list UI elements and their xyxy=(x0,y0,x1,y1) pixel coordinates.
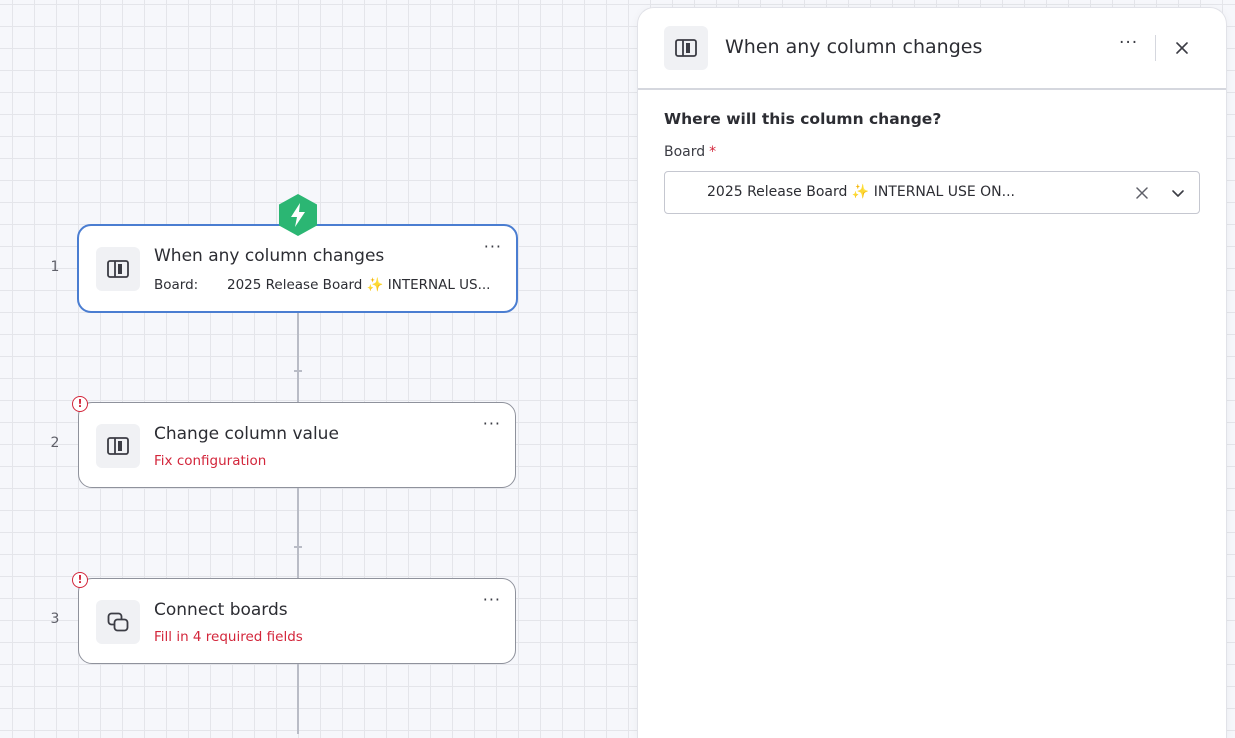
chevron-down-icon[interactable] xyxy=(1171,186,1185,200)
error-icon: ! xyxy=(72,396,88,412)
workflow-canvas[interactable]: 1 When any column changes Board: 2025 Rel… xyxy=(0,0,630,734)
board-field-label: Board * xyxy=(664,144,716,160)
step-board-info: Board: 2025 Release Board ✨ INTERNAL US..… xyxy=(154,277,490,293)
lightning-icon xyxy=(279,194,317,236)
panel-header: When any column changes ··· xyxy=(638,8,1226,90)
section-heading: Where will this column change? xyxy=(664,110,942,128)
required-mark: * xyxy=(709,144,717,160)
board-icon xyxy=(96,247,140,291)
board-icon xyxy=(96,424,140,468)
step-error-status[interactable]: Fill in 4 required fields xyxy=(154,629,303,645)
error-icon: ! xyxy=(72,572,88,588)
clear-icon[interactable] xyxy=(1135,186,1149,200)
connector-line xyxy=(297,664,299,734)
workflow-step-change-column-value[interactable]: Change column value Fix configuration ··… xyxy=(78,402,516,488)
board-label: Board: xyxy=(154,277,199,293)
more-options-icon[interactable]: ··· xyxy=(484,239,502,255)
step-title: Change column value xyxy=(154,424,339,444)
board-value: 2025 Release Board ✨ INTERNAL US... xyxy=(227,277,491,293)
board-select[interactable]: 2025 Release Board ✨ INTERNAL USE ON... xyxy=(664,171,1200,214)
step-config-panel: When any column changes ··· Where will t… xyxy=(638,8,1226,738)
board-icon xyxy=(664,26,708,70)
workflow-step-trigger[interactable]: When any column changes Board: 2025 Relea… xyxy=(77,224,518,313)
step-title: Connect boards xyxy=(154,600,288,620)
more-options-icon[interactable]: ··· xyxy=(1119,35,1138,52)
divider xyxy=(1155,35,1156,61)
board-field-label-text: Board xyxy=(664,144,706,160)
board-select-value: 2025 Release Board ✨ INTERNAL USE ON... xyxy=(707,184,1016,200)
workflow-step-connect-boards[interactable]: Connect boards Fill in 4 required fields… xyxy=(78,578,516,664)
more-options-icon[interactable]: ··· xyxy=(483,592,501,608)
connector-line xyxy=(294,312,302,402)
step-number: 3 xyxy=(50,611,60,627)
step-number: 1 xyxy=(50,259,60,275)
panel-title: When any column changes xyxy=(725,36,983,58)
step-number: 2 xyxy=(50,435,60,451)
connector-line xyxy=(294,488,302,578)
connect-boards-icon xyxy=(96,600,140,644)
step-title: When any column changes xyxy=(154,246,385,266)
step-error-status[interactable]: Fix configuration xyxy=(154,453,266,469)
close-icon[interactable] xyxy=(1174,40,1190,56)
more-options-icon[interactable]: ··· xyxy=(483,416,501,432)
